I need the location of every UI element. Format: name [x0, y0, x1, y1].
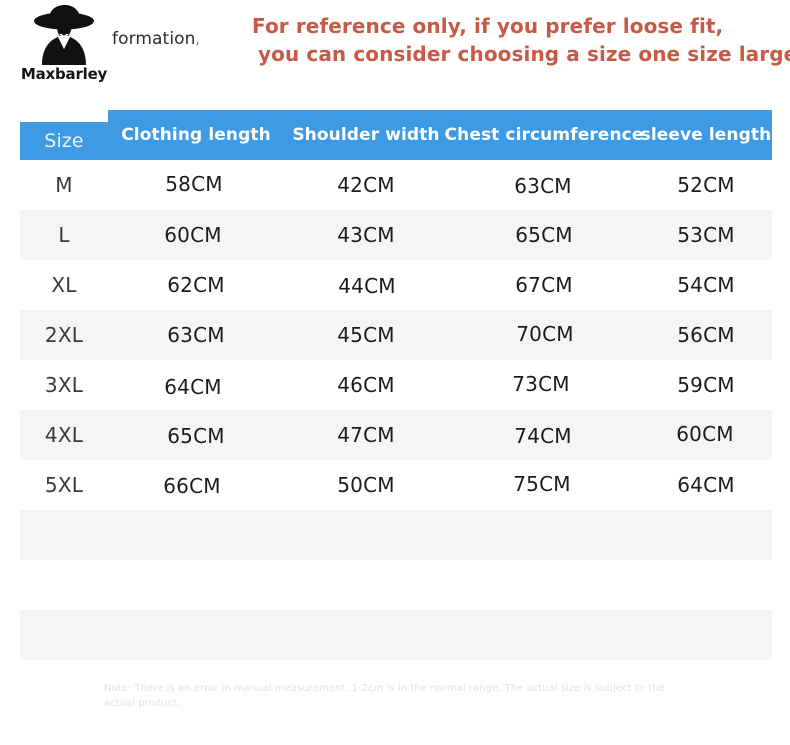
brand-logo: Maxbarley: [12, 4, 116, 96]
cell-clothing-length: 64CM: [164, 375, 222, 399]
measurement-disclaimer: Note: There is an error in manual measur…: [104, 683, 665, 709]
cell-size: XL: [51, 273, 77, 297]
column-header-clothing-length: Clothing length: [121, 125, 271, 145]
cell-sleeve-length: 52CM: [677, 173, 735, 197]
cell-clothing-length: 65CM: [167, 424, 225, 448]
cell-sleeve-length: 54CM: [677, 273, 735, 297]
table-row: 5XL 66CM 50CM 75CM 64CM: [20, 460, 772, 510]
cell-clothing-length: 58CM: [165, 172, 223, 196]
cell-size: 3XL: [44, 373, 84, 397]
notice-line-2: you can consider choosing a size one siz…: [258, 42, 790, 67]
cell-shoulder-width: 45CM: [337, 323, 395, 347]
cell-chest-circumference: 73CM: [512, 372, 570, 396]
cell-size: 2XL: [44, 323, 84, 347]
size-chart-table: Size Clothing length Shoulder width Ches…: [20, 110, 772, 660]
cell-size: M: [55, 173, 73, 197]
table-row: M 58CM 42CM 63CM 52CM: [20, 160, 772, 210]
column-header-sleeve-length: sleeve length: [640, 125, 772, 145]
cell-sleeve-length: 59CM: [677, 373, 735, 397]
column-header-group: Clothing length Shoulder width Chest cir…: [108, 110, 772, 160]
table-row: 2XL 63CM 45CM 70CM 56CM: [20, 310, 772, 360]
cell-clothing-length: 66CM: [163, 474, 221, 498]
column-header-chest-circumference: Chest circumference: [444, 125, 644, 145]
cell-size: L: [58, 223, 70, 247]
table-body: M 58CM 42CM 63CM 52CM L 60CM 43CM 65CM 5…: [20, 160, 772, 660]
cell-size: 4XL: [44, 423, 84, 447]
brand-name: Maxbarley: [20, 65, 108, 83]
cell-sleeve-length: 60CM: [676, 422, 734, 446]
woman-in-hat-silhouette-icon: [34, 5, 94, 65]
table-row-empty: [20, 510, 772, 560]
header-band: Maxbarley formation, For reference only,…: [0, 0, 790, 100]
table-row: L 60CM 43CM 65CM 53CM: [20, 210, 772, 260]
cell-chest-circumference: 75CM: [513, 472, 571, 496]
table-row: 3XL 64CM 46CM 73CM 59CM: [20, 360, 772, 410]
cell-shoulder-width: 47CM: [337, 423, 395, 447]
cell-shoulder-width: 50CM: [337, 473, 395, 497]
cell-shoulder-width: 44CM: [338, 274, 396, 298]
cell-shoulder-width: 46CM: [337, 373, 395, 397]
cell-chest-circumference: 70CM: [516, 322, 574, 346]
table-header-row: Size Clothing length Shoulder width Ches…: [20, 110, 772, 160]
cell-chest-circumference: 65CM: [515, 223, 573, 247]
page-title-partial: formation,: [112, 29, 200, 49]
table-row-empty: [20, 560, 772, 610]
page-title-comma: ,: [195, 33, 200, 48]
cell-chest-circumference: 74CM: [514, 424, 572, 448]
column-header-size: Size: [20, 122, 108, 160]
cell-chest-circumference: 63CM: [514, 174, 572, 198]
cell-clothing-length: 63CM: [167, 323, 225, 347]
page-title-text: formation: [112, 29, 196, 49]
cell-shoulder-width: 43CM: [337, 223, 395, 247]
table-row: 4XL 65CM 47CM 74CM 60CM: [20, 410, 772, 460]
table-row-empty: [20, 610, 772, 660]
notice-line-1: For reference only, if you prefer loose …: [252, 14, 724, 38]
cell-clothing-length: 60CM: [164, 223, 222, 247]
size-advice-notice: For reference only, if you prefer loose …: [252, 12, 790, 69]
cell-sleeve-length: 53CM: [677, 223, 735, 247]
cell-clothing-length: 62CM: [167, 273, 225, 297]
cell-shoulder-width: 42CM: [337, 173, 395, 197]
table-row: XL 62CM 44CM 67CM 54CM: [20, 260, 772, 310]
column-header-shoulder-width: Shoulder width: [292, 125, 440, 145]
cell-sleeve-length: 56CM: [677, 323, 735, 347]
cell-size: 5XL: [44, 473, 84, 497]
cell-sleeve-length: 64CM: [677, 473, 735, 497]
cell-chest-circumference: 67CM: [515, 273, 573, 297]
